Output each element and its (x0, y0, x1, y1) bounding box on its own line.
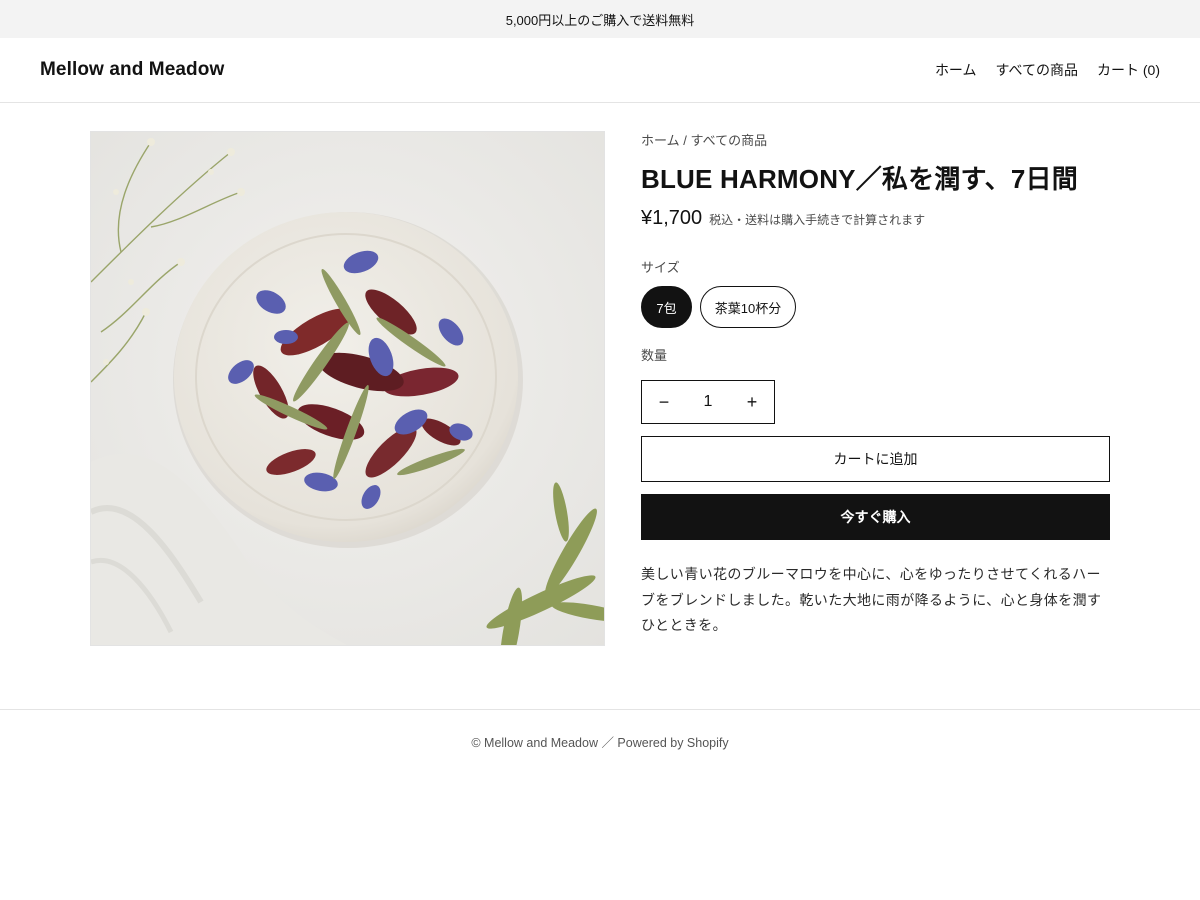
add-to-cart-button[interactable]: カートに追加 (641, 436, 1110, 482)
site-header: Mellow and Meadow ホーム すべての商品 カート (0) (0, 38, 1200, 103)
size-label: サイズ (641, 260, 680, 275)
announcement-bar: 5,000円以上のご購入で送料無料 (0, 0, 1200, 38)
quantity-increase-button[interactable]: + (730, 381, 774, 423)
announcement-text: 5,000円以上のご購入で送料無料 (505, 12, 695, 28)
breadcrumb-home[interactable]: ホーム (641, 133, 680, 148)
size-option-loose-leaf[interactable]: 茶葉10杯分 (700, 286, 796, 328)
main-nav: ホーム すべての商品 カート (0) (935, 60, 1160, 80)
site-footer: © Mellow and Meadow ／ Powered by Shopify (0, 709, 1200, 773)
product-section: ホーム / すべての商品 BLUE HARMONY／私を潤す、7日間 ¥1,70… (0, 103, 1200, 709)
nav-cart[interactable]: カート (0) (1097, 60, 1160, 80)
nav-all-products[interactable]: すべての商品 (996, 60, 1078, 80)
price-row: ¥1,700 税込・送料は購入手続きで計算されます (641, 207, 1110, 230)
size-options: 7包 茶葉10杯分 (641, 286, 1110, 328)
breadcrumb: ホーム / すべての商品 (641, 131, 1110, 151)
quantity-label: 数量 (641, 348, 668, 363)
buy-now-button[interactable]: 今すぐ購入 (641, 494, 1110, 540)
tax-note: 税込・送料は購入手続きで計算されます (709, 213, 926, 227)
site-logo[interactable]: Mellow and Meadow (40, 59, 224, 81)
product-image[interactable] (90, 131, 605, 646)
size-option-7-packs[interactable]: 7包 (641, 286, 692, 328)
quantity-value[interactable]: 1 (704, 393, 713, 411)
nav-home[interactable]: ホーム (935, 60, 977, 80)
product-info: ホーム / すべての商品 BLUE HARMONY／私を潤す、7日間 ¥1,70… (641, 131, 1110, 639)
footer-text: © Mellow and Meadow ／ Powered by Shopify (471, 736, 729, 750)
tea-plate-illustration (91, 132, 604, 645)
product-title: BLUE HARMONY／私を潤す、7日間 (641, 164, 1078, 194)
breadcrumb-all-products[interactable]: すべての商品 (691, 133, 768, 148)
quantity-decrease-button[interactable]: − (642, 381, 686, 423)
quantity-stepper: − 1 + (641, 380, 775, 424)
breadcrumb-separator: / (683, 133, 687, 148)
product-description: 美しい青い花のブルーマロウを中心に、心をゆったりさせてくれるハーブをブレンドしま… (641, 566, 1102, 633)
product-price: ¥1,700 (641, 207, 703, 229)
